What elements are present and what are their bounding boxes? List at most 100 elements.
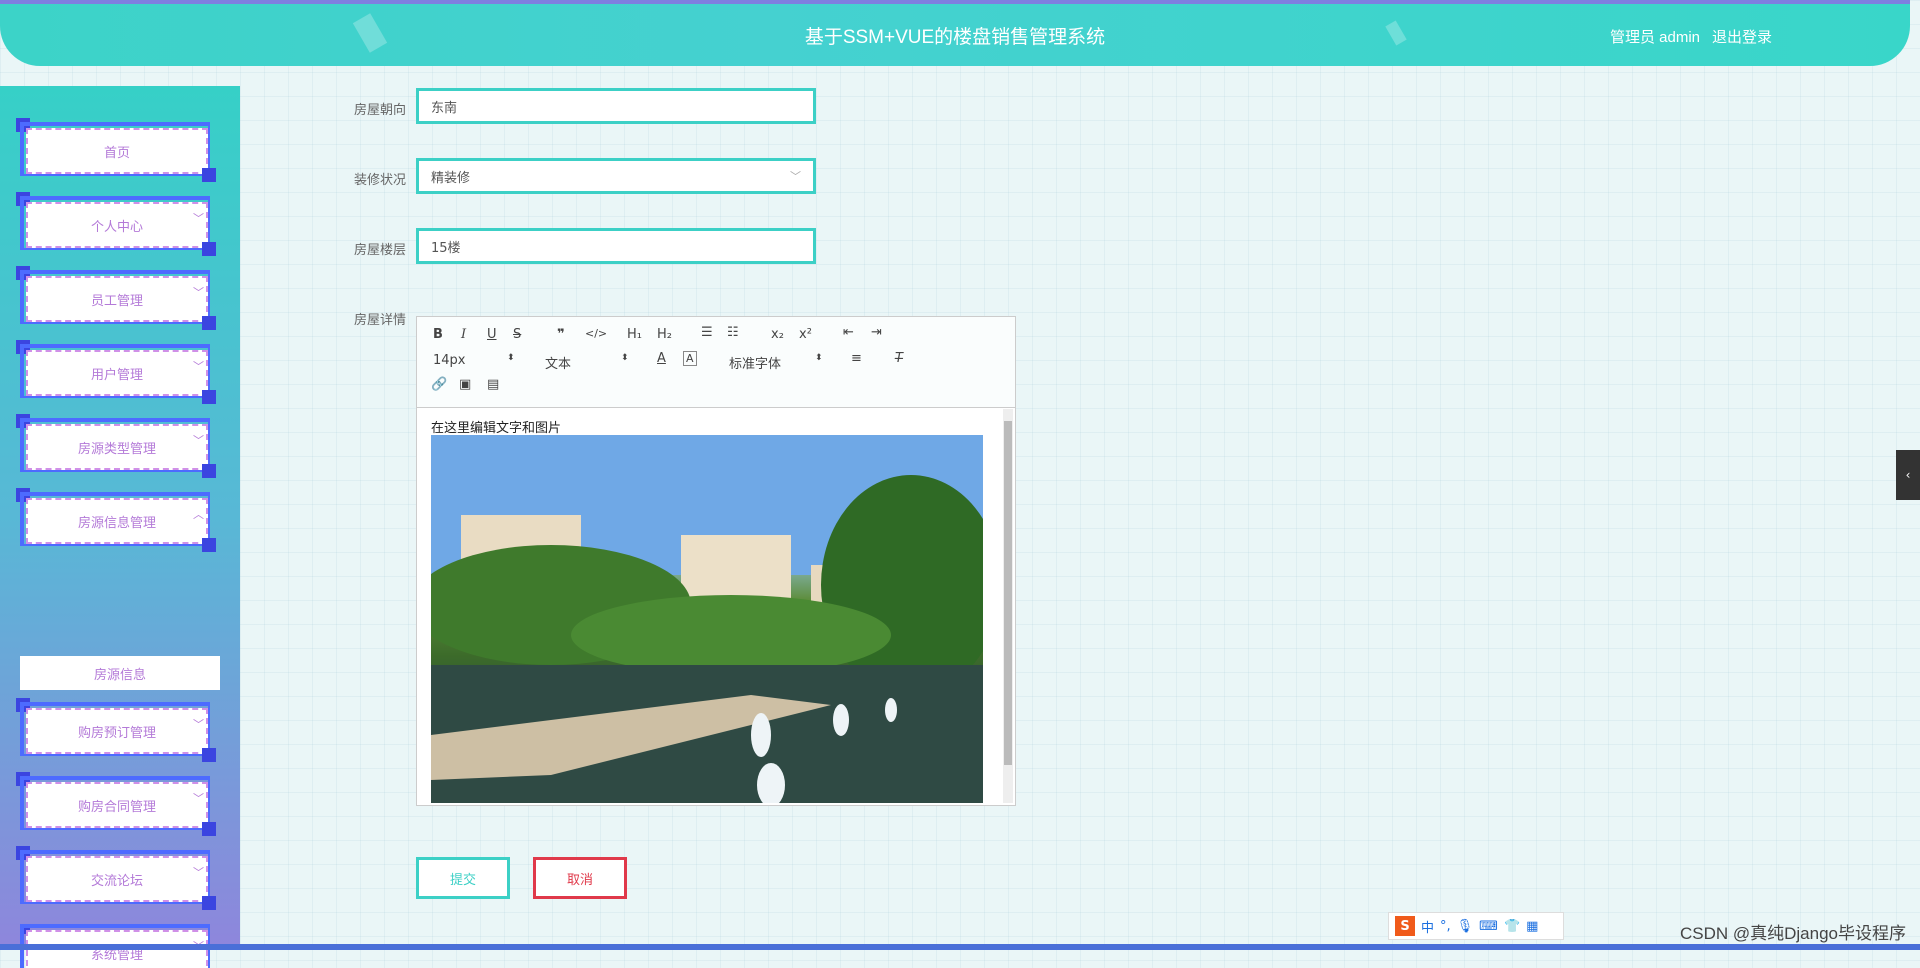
property-photo-illustration <box>431 435 983 803</box>
sidebar-item-forum[interactable]: 交流论坛 ﹀ <box>16 846 216 910</box>
strikethrough-icon[interactable]: S <box>513 327 521 342</box>
apps-grid-icon[interactable]: ▦ <box>1526 919 1538 934</box>
menu-label: 购房合同管理 <box>26 782 208 828</box>
chevron-down-icon: ﹀ <box>193 792 204 805</box>
chevron-down-icon: ﹀ <box>193 360 204 373</box>
sidebar: 首页 个人中心 ﹀ 员工管理 ﹀ 用户管理 ﹀ 房源类型管理 ﹀ 房源信息管理 … <box>0 86 240 968</box>
taskbar-strip <box>0 944 1920 950</box>
menu-label: 个人中心 <box>26 202 208 248</box>
chevron-down-icon: ﹀ <box>193 286 204 299</box>
decoration-label: 装修状况 <box>353 173 406 188</box>
sidebar-item-contracts[interactable]: 购房合同管理 ﹀ <box>16 772 216 836</box>
menu-label: 交流论坛 <box>26 856 208 902</box>
logout-link[interactable]: 退出登录 <box>1712 26 1772 47</box>
text-color-icon[interactable]: A <box>657 351 666 366</box>
frame-corner <box>202 242 216 256</box>
heading2-icon[interactable]: H₂ <box>657 327 672 342</box>
sidebar-item-property-types[interactable]: 房源类型管理 ﹀ <box>16 414 216 478</box>
decoration-value: 精装修 <box>431 170 471 186</box>
editor-scrollbar-thumb[interactable] <box>1004 421 1012 765</box>
editor-toolbar: B I U S ❞ </> H₁ H₂ ☰ ☷ x₂ x² ⇤ ⇥ 14px ⬍… <box>417 317 1015 408</box>
subscript-icon[interactable]: x₂ <box>771 327 784 342</box>
frame-corner <box>202 538 216 552</box>
orientation-value: 东南 <box>431 100 458 116</box>
skin-icon[interactable]: 👕 <box>1504 919 1520 934</box>
heading1-icon[interactable]: H₁ <box>627 327 642 342</box>
frame-corner <box>202 822 216 836</box>
frame-corner <box>202 748 216 762</box>
outdent-icon[interactable]: ⇤ <box>843 325 854 340</box>
italic-icon[interactable]: I <box>461 327 466 342</box>
font-family-select[interactable]: 标准字体 <box>729 353 781 372</box>
superscript-icon[interactable]: x² <box>799 327 812 342</box>
menu-label: 首页 <box>26 128 208 174</box>
heading-arrows-icon: ⬍ <box>621 353 629 363</box>
orientation-input[interactable]: 东南 <box>416 88 816 124</box>
menu-label: 房源信息管理 <box>26 498 208 544</box>
indent-icon[interactable]: ⇥ <box>871 325 882 340</box>
keyboard-icon[interactable]: ⌨ <box>1479 919 1498 934</box>
font-family-arrows-icon: ⬍ <box>815 353 823 363</box>
chevron-up-icon: ︿ <box>193 508 204 521</box>
chevron-down-icon: ﹀ <box>193 866 204 879</box>
background-color-icon[interactable]: A <box>683 351 697 366</box>
sidebar-item-users[interactable]: 用户管理 ﹀ <box>16 340 216 404</box>
clear-format-icon[interactable]: T̶ <box>895 351 903 366</box>
chevron-down-icon: ﹀ <box>790 170 801 183</box>
details-label: 房屋详情 <box>353 313 406 328</box>
sidebar-item-property-info[interactable]: 房源信息管理 ︿ <box>16 488 216 552</box>
ime-language[interactable]: 中 <box>1421 917 1434 936</box>
ime-toolbar[interactable]: S 中 °, 🎙 ⌨ 👕 ▦ <box>1388 912 1564 940</box>
bold-icon[interactable]: B <box>433 327 443 342</box>
microphone-icon[interactable]: 🎙 <box>1457 919 1474 934</box>
side-collapse-tab[interactable]: ‹ <box>1896 450 1920 500</box>
menu-label: 房源类型管理 <box>26 424 208 470</box>
bullet-list-icon[interactable]: ☷ <box>727 325 739 340</box>
heading-select[interactable]: 文本 <box>545 353 571 372</box>
menu-label: 员工管理 <box>26 276 208 322</box>
decoration-select[interactable]: 精装修 ﹀ <box>416 158 816 194</box>
frame-corner <box>202 390 216 404</box>
blockquote-icon[interactable]: ❞ <box>557 327 565 342</box>
sidebar-item-employees[interactable]: 员工管理 ﹀ <box>16 266 216 330</box>
frame-corner <box>202 316 216 330</box>
rich-text-editor[interactable]: B I U S ❞ </> H₁ H₂ ☰ ☷ x₂ x² ⇤ ⇥ 14px ⬍… <box>416 316 1016 806</box>
floor-input[interactable]: 15楼 <box>416 228 816 264</box>
align-icon[interactable]: ≡ <box>851 351 862 366</box>
property-photo <box>431 435 983 803</box>
chevron-down-icon: ﹀ <box>193 434 204 447</box>
menu-label: 购房预订管理 <box>26 708 208 754</box>
orientation-label: 房屋朝向 <box>353 103 406 118</box>
frame-corner <box>202 464 216 478</box>
underline-icon[interactable]: U <box>487 327 497 342</box>
top-header: 基于SSM+VUE的楼盘销售管理系统 管理员 admin 退出登录 <box>0 0 1910 66</box>
font-size-arrows-icon: ⬍ <box>507 353 515 363</box>
sidebar-item-reservations[interactable]: 购房预订管理 ﹀ <box>16 698 216 762</box>
chevron-down-icon: ﹀ <box>193 718 204 731</box>
floor-value: 15楼 <box>431 240 461 256</box>
menu-label: 用户管理 <box>26 350 208 396</box>
sidebar-subitem-property-info[interactable]: 房源信息 <box>20 656 220 690</box>
punctuation-icon[interactable]: °, <box>1440 919 1451 934</box>
editor-placeholder-text: 在这里编辑文字和图片 <box>431 421 562 436</box>
submit-button[interactable]: 提交 <box>416 857 510 899</box>
floor-label: 房屋楼层 <box>353 243 406 258</box>
frame-corner <box>202 168 216 182</box>
code-block-icon[interactable]: </> <box>585 327 607 340</box>
frame-corner <box>202 896 216 910</box>
sidebar-item-home[interactable]: 首页 <box>16 118 216 182</box>
sogou-logo-icon: S <box>1395 916 1415 936</box>
cancel-button[interactable]: 取消 <box>533 857 627 899</box>
font-size-select[interactable]: 14px <box>433 353 466 368</box>
chevron-left-icon: ‹ <box>1905 468 1911 482</box>
image-icon[interactable]: ▣ <box>459 377 471 392</box>
sidebar-item-profile[interactable]: 个人中心 ﹀ <box>16 192 216 256</box>
current-user: 管理员 admin <box>1609 29 1700 46</box>
chevron-down-icon: ﹀ <box>193 212 204 225</box>
link-icon[interactable]: 🔗 <box>431 377 447 392</box>
editor-content[interactable]: 在这里编辑文字和图片 <box>417 407 1015 805</box>
video-icon[interactable]: ▤ <box>487 377 499 392</box>
watermark: CSDN @真纯Django毕设程序 <box>1679 924 1906 943</box>
editor-scrollbar[interactable] <box>1003 409 1013 803</box>
ordered-list-icon[interactable]: ☰ <box>701 325 713 340</box>
